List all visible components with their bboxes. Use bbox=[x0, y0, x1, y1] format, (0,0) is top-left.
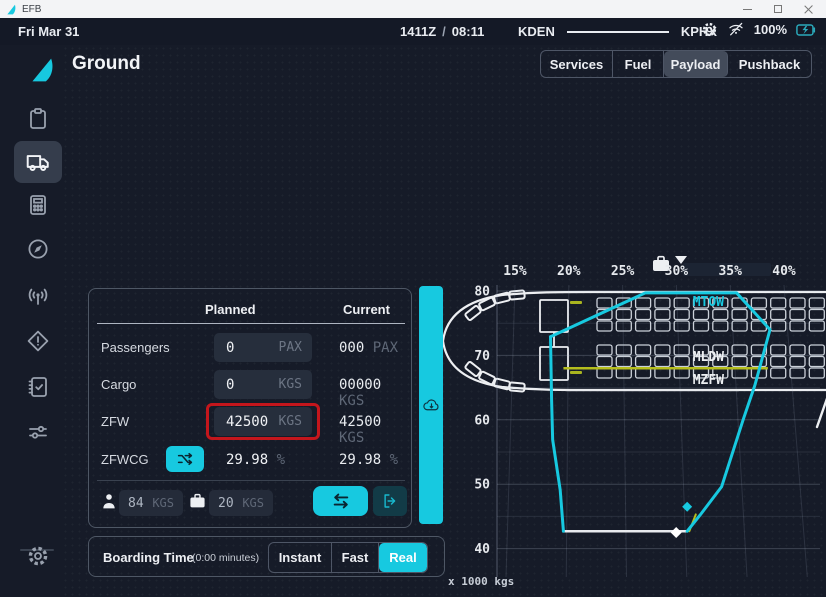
svg-text:40: 40 bbox=[474, 542, 490, 557]
sidebar-item-settings[interactable] bbox=[14, 535, 62, 577]
local-time: 08:11 bbox=[452, 24, 485, 39]
svg-text:60: 60 bbox=[474, 413, 490, 428]
cg-envelope-chart: 15% 20% 25% 30% 35% 40% 80 70 60 50 40 MTOW MLDW MZFW… bbox=[440, 255, 826, 595]
alert-diamond-icon bbox=[26, 329, 50, 353]
randomize-cg-button[interactable] bbox=[166, 446, 204, 472]
passengers-input[interactable]: 0 PAX bbox=[214, 333, 312, 362]
sidebar-item-atc[interactable] bbox=[14, 274, 62, 316]
ground-tab-bar: Services Fuel Payload Pushback bbox=[540, 50, 812, 78]
boarding-mode-group: Instant Fast Real bbox=[268, 542, 428, 573]
truck-icon bbox=[25, 149, 51, 175]
tab-fuel[interactable]: Fuel bbox=[613, 51, 664, 77]
zfw-current: 42500 KGS bbox=[339, 414, 411, 446]
svg-text:30%: 30% bbox=[665, 264, 689, 279]
cargo-label: Cargo bbox=[101, 377, 136, 392]
svg-text:25%: 25% bbox=[611, 264, 635, 279]
boarding-mode-real[interactable]: Real bbox=[379, 543, 427, 572]
svg-text:MTOW: MTOW bbox=[693, 295, 724, 310]
sidebar-item-presets[interactable] bbox=[14, 411, 62, 453]
zfwcg-planned: 29.98 % bbox=[226, 452, 285, 468]
bag-weight-input[interactable]: 20 KGS bbox=[209, 490, 273, 516]
board-button[interactable] bbox=[313, 486, 368, 516]
status-bar: Fri Mar 31 1411Z/08:11 KDEN KPHX 100% bbox=[0, 18, 826, 45]
efb-window: EFB Fri Mar 31 1411Z/08:11 KDEN KPHX bbox=[0, 0, 826, 597]
battery-charging-icon bbox=[796, 23, 818, 37]
zfw-highlight-box bbox=[206, 403, 320, 440]
deboard-button[interactable] bbox=[373, 486, 407, 516]
sidebar-item-navigation[interactable] bbox=[14, 228, 62, 270]
route-progress-line bbox=[567, 31, 669, 33]
sidebar-item-dashboard[interactable] bbox=[14, 98, 62, 140]
svg-text:80: 80 bbox=[474, 285, 490, 300]
utc-time: 1411Z bbox=[400, 24, 436, 39]
origin-airport: KDEN bbox=[518, 24, 555, 39]
sidebar-item-checklists[interactable] bbox=[14, 366, 62, 408]
sidebar-item-performance[interactable] bbox=[14, 184, 62, 226]
gear-icon[interactable] bbox=[701, 21, 718, 38]
svg-text:40%: 40% bbox=[772, 264, 796, 279]
sidebar-item-ground[interactable] bbox=[14, 141, 62, 183]
tab-pushback[interactable]: Pushback bbox=[728, 51, 811, 77]
calculator-icon bbox=[26, 193, 50, 217]
svg-text:20%: 20% bbox=[557, 264, 581, 279]
minimize-icon[interactable] bbox=[743, 9, 752, 10]
date-label: Fri Mar 31 bbox=[18, 24, 79, 39]
svg-text:70: 70 bbox=[474, 349, 490, 364]
boarding-time-panel: Boarding Time (0:00 minutes) Instant Fas… bbox=[88, 536, 445, 577]
zfw-label: ZFW bbox=[101, 414, 129, 429]
page-title: Ground bbox=[72, 53, 141, 75]
sidebar bbox=[0, 45, 62, 597]
svg-text:35%: 35% bbox=[718, 264, 742, 279]
app-icon bbox=[6, 4, 17, 15]
svg-text:MZFW: MZFW bbox=[693, 373, 724, 388]
passengers-label: Passengers bbox=[101, 340, 170, 355]
battery-percent: 100% bbox=[754, 22, 787, 37]
header-divider bbox=[97, 323, 405, 324]
checklist-book-icon bbox=[26, 375, 50, 399]
antenna-icon bbox=[26, 283, 50, 307]
deboard-icon bbox=[381, 492, 399, 510]
zfwcg-label: ZFWCG bbox=[101, 452, 149, 467]
svg-text:15%: 15% bbox=[503, 264, 527, 279]
brand-tail-logo bbox=[30, 57, 56, 83]
maximize-icon[interactable] bbox=[774, 5, 782, 13]
wifi-off-icon bbox=[727, 21, 745, 38]
clipboard-icon bbox=[26, 107, 50, 131]
sidebar-item-failures[interactable] bbox=[14, 320, 62, 362]
svg-text:50: 50 bbox=[474, 478, 490, 493]
time-separator: / bbox=[436, 24, 452, 39]
boarding-mode-instant[interactable]: Instant bbox=[269, 543, 332, 572]
planned-column-header: Planned bbox=[205, 302, 256, 317]
cloud-sync-icon bbox=[422, 397, 441, 413]
close-icon[interactable] bbox=[804, 4, 814, 14]
os-title-bar: EFB bbox=[0, 0, 826, 18]
sliders-icon bbox=[26, 420, 50, 444]
svg-text:x 1000 kgs: x 1000 kgs bbox=[448, 575, 514, 588]
payload-panel: Planned Current Passengers 0 PAX 000 PAX… bbox=[88, 288, 412, 528]
boarding-duration: (0:00 minutes) bbox=[192, 552, 259, 564]
pax-weight-input[interactable]: 84 KGS bbox=[119, 490, 183, 516]
current-column-header: Current bbox=[343, 302, 390, 317]
zfwcg-current: 29.98 % bbox=[339, 452, 398, 468]
swap-arrows-icon bbox=[330, 492, 352, 510]
cargo-current: 00000 KGS bbox=[339, 377, 411, 409]
tab-payload[interactable]: Payload bbox=[664, 51, 728, 77]
boarding-time-label: Boarding Time bbox=[103, 550, 194, 565]
settings-gear-icon bbox=[26, 544, 50, 568]
person-icon bbox=[101, 492, 117, 510]
footer-divider bbox=[97, 480, 405, 481]
passengers-current: 000 PAX bbox=[339, 340, 398, 356]
boarding-mode-fast[interactable]: Fast bbox=[332, 543, 379, 572]
cargo-input[interactable]: 0 KGS bbox=[214, 370, 312, 399]
briefcase-icon bbox=[189, 493, 206, 509]
tab-services[interactable]: Services bbox=[541, 51, 613, 77]
clock: 1411Z/08:11 bbox=[400, 24, 484, 39]
compass-icon bbox=[26, 237, 50, 261]
shuffle-icon bbox=[176, 450, 194, 468]
flight-route: KDEN KPHX bbox=[518, 24, 717, 39]
window-title: EFB bbox=[22, 4, 41, 15]
svg-text:MLDW: MLDW bbox=[693, 350, 724, 365]
